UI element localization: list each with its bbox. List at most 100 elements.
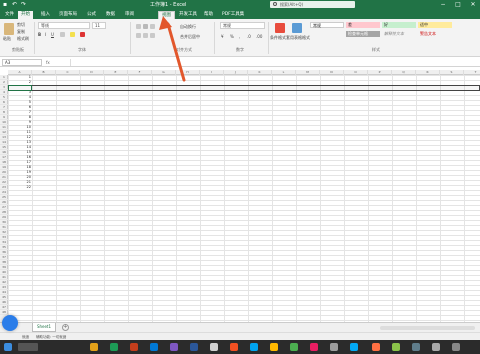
row-header[interactable]: 48 <box>0 310 8 315</box>
ribbon: 粘贴 剪切 复制 格式刷 剪贴板 等线 11 B I U 字体 自动换行 合并后… <box>0 19 480 57</box>
app-icon[interactable] <box>392 343 400 351</box>
app-icon[interactable] <box>170 343 178 351</box>
app-icon[interactable] <box>330 343 338 351</box>
document-title: 工作簿1 - Excel <box>150 2 187 8</box>
format-as-table-icon[interactable] <box>292 23 302 33</box>
app-icon[interactable] <box>130 343 138 351</box>
paste-label[interactable]: 粘贴 <box>3 36 11 41</box>
border-icon[interactable] <box>60 32 65 37</box>
taskbar-item[interactable] <box>18 343 38 351</box>
app-icon[interactable] <box>372 343 380 351</box>
comma-icon[interactable]: , <box>239 34 240 39</box>
app-icon[interactable] <box>270 343 278 351</box>
style-neutral[interactable]: 适中 <box>418 22 452 28</box>
align-top-icon[interactable] <box>136 24 141 29</box>
format-as-table-button[interactable]: 套用表格格式 <box>286 35 310 40</box>
divider <box>130 22 131 54</box>
app-icon[interactable] <box>290 343 298 351</box>
worksheet: ABCDEFGHIJKLMNOPQRST 1 2 3 4 5 6 7 8 9 10 11 12 13 14… <box>0 70 480 322</box>
start-icon[interactable] <box>4 343 12 351</box>
conditional-format-button[interactable]: 条件格式 <box>270 35 286 40</box>
formula-bar: A3 fx <box>0 58 480 67</box>
font-size-select[interactable]: 11 <box>92 22 106 29</box>
app-icon[interactable] <box>350 343 358 351</box>
decrease-decimal-icon[interactable]: .00 <box>256 34 262 39</box>
increase-decimal-icon[interactable]: .0 <box>247 34 251 39</box>
style-warning[interactable]: 警告文本 <box>418 31 452 37</box>
app-icon[interactable] <box>310 343 318 351</box>
style-bad[interactable]: 差 <box>346 22 380 28</box>
word-icon[interactable] <box>190 343 198 351</box>
cell-grid[interactable] <box>8 75 480 322</box>
add-sheet-button[interactable]: + <box>62 324 69 331</box>
sheet-tab[interactable]: Sheet1 <box>32 323 56 332</box>
tab-help[interactable]: 帮助 <box>201 11 216 19</box>
tab-home[interactable]: 开始 <box>18 11 33 19</box>
browser-icon[interactable] <box>150 343 158 351</box>
currency-icon[interactable]: ¥ <box>221 34 224 39</box>
maximize-icon[interactable]: □ <box>451 0 465 10</box>
align-center-icon[interactable] <box>143 33 148 38</box>
cut-button[interactable]: 剪切 <box>17 22 25 27</box>
tab-data[interactable]: 数据 <box>103 11 118 19</box>
undo-icon[interactable]: ↶ <box>12 1 17 9</box>
search-box[interactable]: 搜索(Alt+Q) <box>270 1 355 8</box>
align-bottom-icon[interactable] <box>150 24 155 29</box>
minimize-icon[interactable]: − <box>436 0 450 10</box>
title-bar: ▪ ↶ ↷ 工作簿1 - Excel 搜索(Alt+Q) − □ ✕ <box>0 0 480 10</box>
search-placeholder: 搜索(Alt+Q) <box>280 2 304 7</box>
redo-icon[interactable]: ↷ <box>21 1 26 9</box>
align-middle-icon[interactable] <box>143 24 148 29</box>
tray-icon[interactable] <box>452 343 460 351</box>
underline-icon[interactable]: U <box>51 32 54 37</box>
style-explanatory[interactable]: 解释性文本 <box>382 31 416 37</box>
wrap-text-button[interactable]: 自动换行 <box>180 24 196 29</box>
number-format-select[interactable]: 常规 <box>220 22 265 29</box>
app-icon[interactable] <box>412 343 420 351</box>
style-good[interactable]: 好 <box>382 22 416 28</box>
tab-file[interactable]: 文件 <box>2 11 17 19</box>
italic-icon[interactable]: I <box>45 32 46 37</box>
group-clipboard: 剪贴板 <box>12 47 24 52</box>
close-icon[interactable]: ✕ <box>466 0 480 10</box>
tab-review[interactable]: 审阅 <box>122 11 137 19</box>
cell-value[interactable]: 22 <box>8 185 32 190</box>
style-normal[interactable]: 常规 <box>310 22 344 28</box>
save-icon[interactable]: ▪ <box>3 1 7 9</box>
align-left-icon[interactable] <box>136 33 141 38</box>
style-check-cell[interactable]: 检查单元格 <box>346 31 380 37</box>
tab-page-layout[interactable]: 页面布局 <box>56 11 80 19</box>
font-name-select[interactable]: 等线 <box>38 22 90 29</box>
formula-input[interactable] <box>70 59 475 66</box>
tray-icon[interactable] <box>432 343 440 351</box>
floating-assistant-button[interactable] <box>2 315 18 331</box>
tab-view[interactable]: 视图 <box>158 11 175 19</box>
app-icon[interactable] <box>230 343 238 351</box>
horizontal-scrollbar[interactable] <box>380 326 475 330</box>
active-cell[interactable] <box>8 85 32 91</box>
copy-button[interactable]: 复制 <box>17 29 25 34</box>
group-styles: 样式 <box>372 47 380 52</box>
bold-icon[interactable]: B <box>38 32 41 37</box>
excel-icon[interactable] <box>110 343 118 351</box>
paste-icon[interactable] <box>4 23 14 35</box>
selected-row[interactable] <box>8 85 480 91</box>
font-color-icon[interactable] <box>80 32 85 37</box>
align-right-icon[interactable] <box>150 33 155 38</box>
percent-icon[interactable]: % <box>230 34 234 39</box>
tab-developer[interactable]: 开发工具 <box>176 11 200 19</box>
app-icon[interactable] <box>250 343 258 351</box>
conditional-format-icon[interactable] <box>275 23 285 33</box>
name-box[interactable]: A3 <box>2 59 42 66</box>
fill-color-icon[interactable] <box>70 32 75 37</box>
app-icon[interactable] <box>210 343 218 351</box>
group-font: 字体 <box>78 47 86 52</box>
folder-icon[interactable] <box>90 343 98 351</box>
tab-pdf-tools[interactable]: PDF工具集 <box>219 11 247 19</box>
tab-formulas[interactable]: 公式 <box>84 11 99 19</box>
number-format-value: 常规 <box>223 23 231 28</box>
tab-insert[interactable]: 插入 <box>38 11 53 19</box>
merge-center-button[interactable]: 合并后居中 <box>180 34 200 39</box>
format-painter-button[interactable]: 格式刷 <box>17 36 29 41</box>
fx-icon[interactable]: fx <box>46 59 50 66</box>
